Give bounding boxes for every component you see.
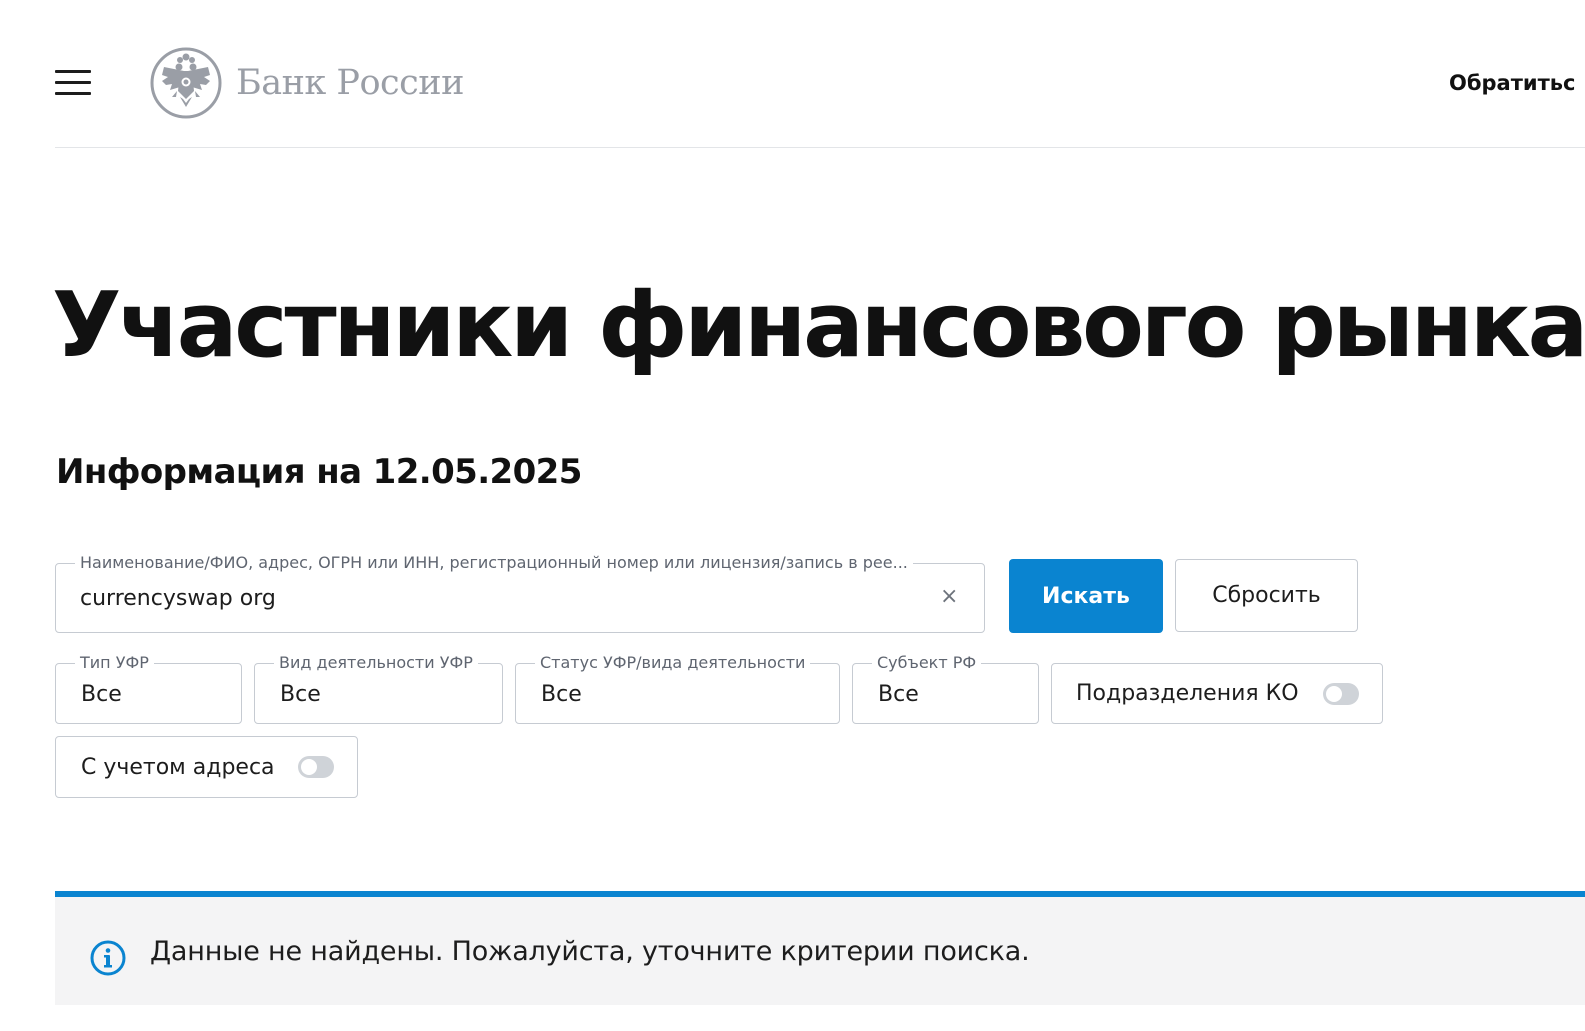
filter-type-label: Тип УФР [75,653,154,673]
hamburger-menu-icon[interactable] [55,70,91,96]
with-address-toggle-box[interactable]: С учетом адреса [55,736,358,798]
filter-status-label: Статус УФР/вида деятельности [535,653,811,673]
filter-type-value: Все [81,682,122,707]
bank-logo[interactable]: Банк России [150,47,464,119]
filter-subject-value: Все [878,682,919,707]
ko-divisions-label: Подразделения КО [1076,681,1299,706]
ko-divisions-toggle-box[interactable]: Подразделения КО [1051,663,1383,724]
filter-kind-value: Все [280,682,321,707]
logo-text: Банк России [236,63,464,103]
filter-kind-select[interactable]: Вид деятельности УФР Все [254,653,503,724]
info-icon [90,940,126,976]
menu-line [55,81,91,84]
page-title: Участники финансового рынка [52,273,1585,378]
filter-status-select[interactable]: Статус УФР/вида деятельности Все [515,653,840,724]
filter-type-select[interactable]: Тип УФР Все [55,653,242,724]
info-date-heading: Информация на 12.05.2025 [56,452,582,492]
contact-link[interactable]: Обратитьс [1449,71,1576,95]
search-button[interactable]: Искать [1009,559,1163,633]
filter-subject-label: Субъект РФ [872,653,982,673]
filter-kind-label: Вид деятельности УФР [274,653,478,673]
alert-message: Данные не найдены. Пожалуйста, уточните … [150,936,1030,967]
eagle-emblem-icon [150,47,222,119]
ko-divisions-switch[interactable] [1323,682,1359,705]
no-results-alert: Данные не найдены. Пожалуйста, уточните … [55,891,1585,1005]
with-address-switch[interactable] [298,756,334,778]
filter-status-value: Все [541,682,582,707]
header-divider [55,147,1585,148]
search-field[interactable]: Наименование/ФИО, адрес, ОГРН или ИНН, р… [55,553,985,633]
with-address-label: С учетом адреса [81,754,275,780]
filter-subject-select[interactable]: Субъект РФ Все [852,653,1039,724]
clear-icon[interactable]: × [940,586,958,608]
search-field-label: Наименование/ФИО, адрес, ОГРН или ИНН, р… [75,553,913,573]
page: Банк России Обратитьс Участники финансов… [0,0,1585,1031]
menu-line [55,92,91,95]
menu-line [55,70,91,73]
search-input[interactable] [80,583,920,613]
reset-button[interactable]: Сбросить [1175,559,1358,632]
